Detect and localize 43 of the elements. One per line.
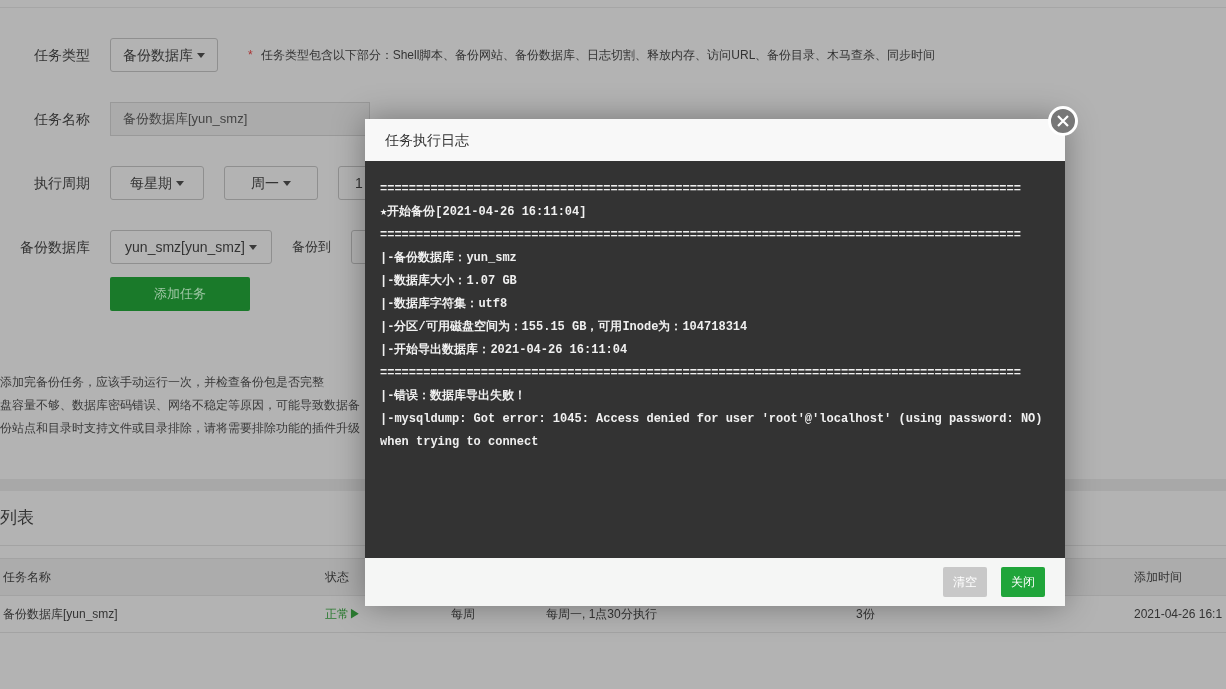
log-line: |-备份数据库：yun_smz	[380, 249, 518, 267]
caret-icon	[283, 180, 291, 186]
log-line: =========================================================================================	[380, 227, 1022, 244]
table-cell-text: 每周一, 1点30分执行	[546, 606, 658, 623]
hint-text: 任务类型包含以下部分：Shell脚本、备份网站、备份数据库、日志切割、释放内存、访问URL、备份目录、木马查杀、同步时间	[260, 47, 936, 64]
log-line: =========================================================================================	[380, 181, 1022, 198]
log-line: =========================================================================================	[380, 365, 1022, 382]
log-line: |-错误：数据库导出失败！	[380, 387, 528, 405]
dropdown-select[interactable]: yun_smz[yun_smz]	[110, 230, 272, 264]
section-title: 列表	[0, 507, 34, 530]
caret-icon	[248, 244, 257, 250]
log-line: |-分区/可用磁盘空间为：155.15 GB，可用Inode为：104718314	[380, 318, 749, 336]
table-cell-text: 2021-04-26 16:1	[1134, 606, 1223, 623]
field-label: 执行周期	[33, 173, 90, 193]
column-header: 状态	[325, 569, 349, 586]
log-line: |-开始导出数据库：2021-04-26 16:11:04	[380, 341, 629, 359]
table-cell-text: 每周	[451, 606, 476, 623]
note-text: 添加完备份任务，应该手动运行一次，并检查备份包是否完整	[0, 374, 325, 390]
close-icon[interactable]	[1048, 106, 1078, 136]
table-cell-text: 备份数据库[yun_smz]	[2, 606, 119, 623]
dropdown-select[interactable]: 每星期	[110, 166, 204, 200]
status-cell-text: 正常▶	[325, 606, 362, 623]
log-line: |-数据库字符集：utf8	[380, 295, 509, 313]
note-text: 份站点和目录时支持文件或目录排除，请将需要排除功能的插件升级	[0, 420, 360, 436]
caret-icon	[197, 52, 205, 58]
caret-icon	[176, 180, 184, 186]
note-text: 盘容量不够、数据库密码错误、网络不稳定等原因，可能导致数据备	[0, 397, 360, 413]
backup-to-label: 备份到	[292, 238, 331, 257]
dropdown-select[interactable]: 周一	[224, 166, 318, 200]
column-header: 添加时间	[1134, 569, 1182, 586]
hint-mark: *	[248, 47, 253, 64]
log-line: |-数据库大小：1.07 GB	[380, 272, 518, 290]
task-name-field[interactable]: 备份数据库[yun_smz]	[110, 102, 370, 136]
log-line: ★开始备份[2021-04-26 16:11:04]	[380, 204, 588, 221]
close-button[interactable]: 关闭	[1001, 567, 1045, 597]
field-label: 任务名称	[33, 109, 90, 129]
table-cell-text: 3份	[856, 606, 876, 623]
dropdown-select[interactable]: 备份数据库	[110, 38, 218, 72]
field-label: 备份数据库	[19, 237, 90, 257]
dialog-title: 任务执行日志	[385, 130, 469, 150]
field-label: 任务类型	[33, 45, 90, 65]
log-line: |-mysqldump: Got error: 1045: Access denied for user 'root'@'localhost' (using password: NO) when trying to connect	[380, 411, 1044, 451]
column-header: 任务名称	[2, 569, 52, 586]
